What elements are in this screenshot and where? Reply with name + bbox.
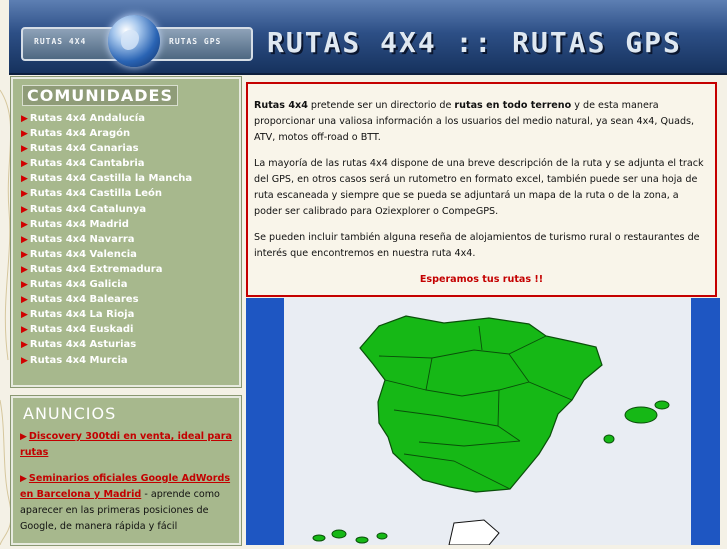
arrow-icon: ▶ xyxy=(21,325,28,336)
communities-box: COMUNIDADES ▶ Rutas 4x4 Andalucía ▶ Rutas … xyxy=(11,77,241,387)
community-label: Rutas 4x4 Castilla la Mancha xyxy=(29,173,193,185)
arrow-icon: ▶ xyxy=(21,114,28,124)
arrow-icon: ▶ xyxy=(21,189,28,200)
community-link[interactable]: ▶ Rutas 4x4 Euskadi xyxy=(21,324,239,339)
community-link[interactable]: ▶ Rutas 4x4 Madrid xyxy=(21,219,239,234)
community-link[interactable]: ▶ Rutas 4x4 Galicia xyxy=(21,279,239,294)
community-link[interactable]: ▶ Rutas 4x4 Andalucía xyxy=(21,113,239,128)
ads-box: ANUNCIOS ▶ Discovery 300tdi en venta, ide… xyxy=(11,396,241,545)
arrow-icon: ▶ xyxy=(21,234,28,245)
community-link[interactable]: ▶ Rutas 4x4 Aragón xyxy=(21,128,239,143)
arrow-icon: ▶ xyxy=(21,219,28,230)
canary-islands[interactable] xyxy=(312,529,388,544)
arrow-icon: ▶ xyxy=(20,474,27,484)
community-label: Rutas 4x4 Cantabria xyxy=(29,158,145,170)
arrow-icon: ▶ xyxy=(21,295,28,306)
arrow-icon: ▶ xyxy=(21,355,28,366)
community-link[interactable]: ▶ Rutas 4x4 Baleares xyxy=(21,294,239,309)
communities-title: COMUNIDADES xyxy=(22,85,178,106)
intro-panel: Rutas 4x4 pretende ser un directorio de … xyxy=(246,82,717,297)
community-link[interactable]: ▶ Rutas 4x4 Catalunya xyxy=(21,204,239,219)
ad-item: ▶ Discovery 300tdi en venta, ideal para r… xyxy=(20,429,232,461)
logo-right-text: RUTAS GPS xyxy=(169,37,222,46)
arrow-icon: ▶ xyxy=(21,204,28,215)
communities-list: ▶ Rutas 4x4 Andalucía ▶ Rutas 4x4 Aragón ▶… xyxy=(21,113,239,370)
site-title: RUTAS 4X4 :: RUTAS GPS xyxy=(267,26,682,59)
arrow-icon: ▶ xyxy=(21,249,28,260)
community-link[interactable]: ▶ Rutas 4x4 Extremadura xyxy=(21,264,239,279)
arrow-icon: ▶ xyxy=(21,280,28,291)
community-label: Rutas 4x4 Canarias xyxy=(29,143,139,155)
cta-text: Esperamos tus rutas !! xyxy=(419,274,544,285)
community-label: Rutas 4x4 Valencia xyxy=(29,248,137,260)
intro-bold: rutas en todo terreno xyxy=(454,100,572,111)
arrow-icon: ▶ xyxy=(21,129,28,140)
community-label: Rutas 4x4 Asturias xyxy=(29,339,137,351)
community-link[interactable]: ▶ Rutas 4x4 Castilla la Mancha xyxy=(21,173,239,188)
community-label: Rutas 4x4 Galicia xyxy=(29,279,128,291)
mallorca-island[interactable] xyxy=(624,406,658,424)
community-link[interactable]: ▶ Rutas 4x4 Valencia xyxy=(21,249,239,264)
community-label: Rutas 4x4 Extremadura xyxy=(29,263,163,275)
community-label: Rutas 4x4 Andalucía xyxy=(29,113,145,124)
community-link[interactable]: ▶ Rutas 4x4 Cantabria xyxy=(21,158,239,173)
community-label: Rutas 4x4 Murcia xyxy=(29,354,128,366)
community-link[interactable]: ▶ Rutas 4x4 Canarias xyxy=(21,143,239,158)
arrow-icon: ▶ xyxy=(21,174,28,185)
community-link[interactable]: ▶ Rutas 4x4 La Rioja xyxy=(21,309,239,324)
globe-icon xyxy=(108,15,160,67)
menorca-island[interactable] xyxy=(654,400,670,410)
community-link[interactable]: ▶ Rutas 4x4 Asturias xyxy=(21,339,239,354)
ad-item: ▶ Seminarios oficiales Google AdWords en … xyxy=(20,471,232,535)
intro-paragraph: Rutas 4x4 pretende ser un directorio de … xyxy=(254,98,709,146)
community-label: Rutas 4x4 La Rioja xyxy=(29,309,135,321)
arrow-icon: ▶ xyxy=(20,432,27,442)
community-label: Rutas 4x4 Castilla León xyxy=(29,188,163,200)
ad-link[interactable]: Discovery 300tdi en venta, ideal para ru… xyxy=(20,431,232,458)
community-label: Rutas 4x4 Aragón xyxy=(29,128,131,140)
community-label: Rutas 4x4 Baleares xyxy=(29,294,139,306)
community-link[interactable]: ▶ Rutas 4x4 Navarra xyxy=(21,234,239,249)
site-header: RUTAS 4X4 RUTAS GPS RUTAS 4X4 :: RUTAS G… xyxy=(9,0,727,75)
arrow-icon: ▶ xyxy=(21,159,28,170)
arrow-icon: ▶ xyxy=(21,340,28,351)
spain-map xyxy=(246,298,720,546)
spain-map-svg[interactable] xyxy=(284,298,691,546)
arrow-icon: ▶ xyxy=(21,264,28,275)
description-paragraph: La mayoría de las rutas 4x4 dispone de u… xyxy=(254,158,704,217)
arrow-icon: ▶ xyxy=(21,144,28,155)
intro-text: pretende ser un directorio de xyxy=(307,100,455,111)
sidebar: COMUNIDADES ▶ Rutas 4x4 Andalucía ▶ Rutas … xyxy=(11,77,241,545)
community-label: Rutas 4x4 Euskadi xyxy=(29,324,134,336)
intro-bold: Rutas 4x4 xyxy=(254,100,308,111)
ads-title: ANUNCIOS xyxy=(23,404,117,423)
ibiza-island[interactable] xyxy=(603,434,615,444)
map-canvas xyxy=(284,298,691,546)
extras-paragraph: Se pueden incluir también alguna reseña … xyxy=(254,232,700,259)
community-link[interactable]: ▶ Rutas 4x4 Castilla León xyxy=(21,188,239,203)
community-label: Rutas 4x4 Catalunya xyxy=(29,203,147,215)
africa-coast xyxy=(448,519,500,546)
community-link[interactable]: ▶ Rutas 4x4 Murcia xyxy=(21,355,239,370)
logo-left-text: RUTAS 4X4 xyxy=(34,37,87,46)
arrow-icon: ▶ xyxy=(21,310,28,321)
community-label: Rutas 4x4 Navarra xyxy=(29,233,135,245)
community-label: Rutas 4x4 Madrid xyxy=(29,218,129,230)
